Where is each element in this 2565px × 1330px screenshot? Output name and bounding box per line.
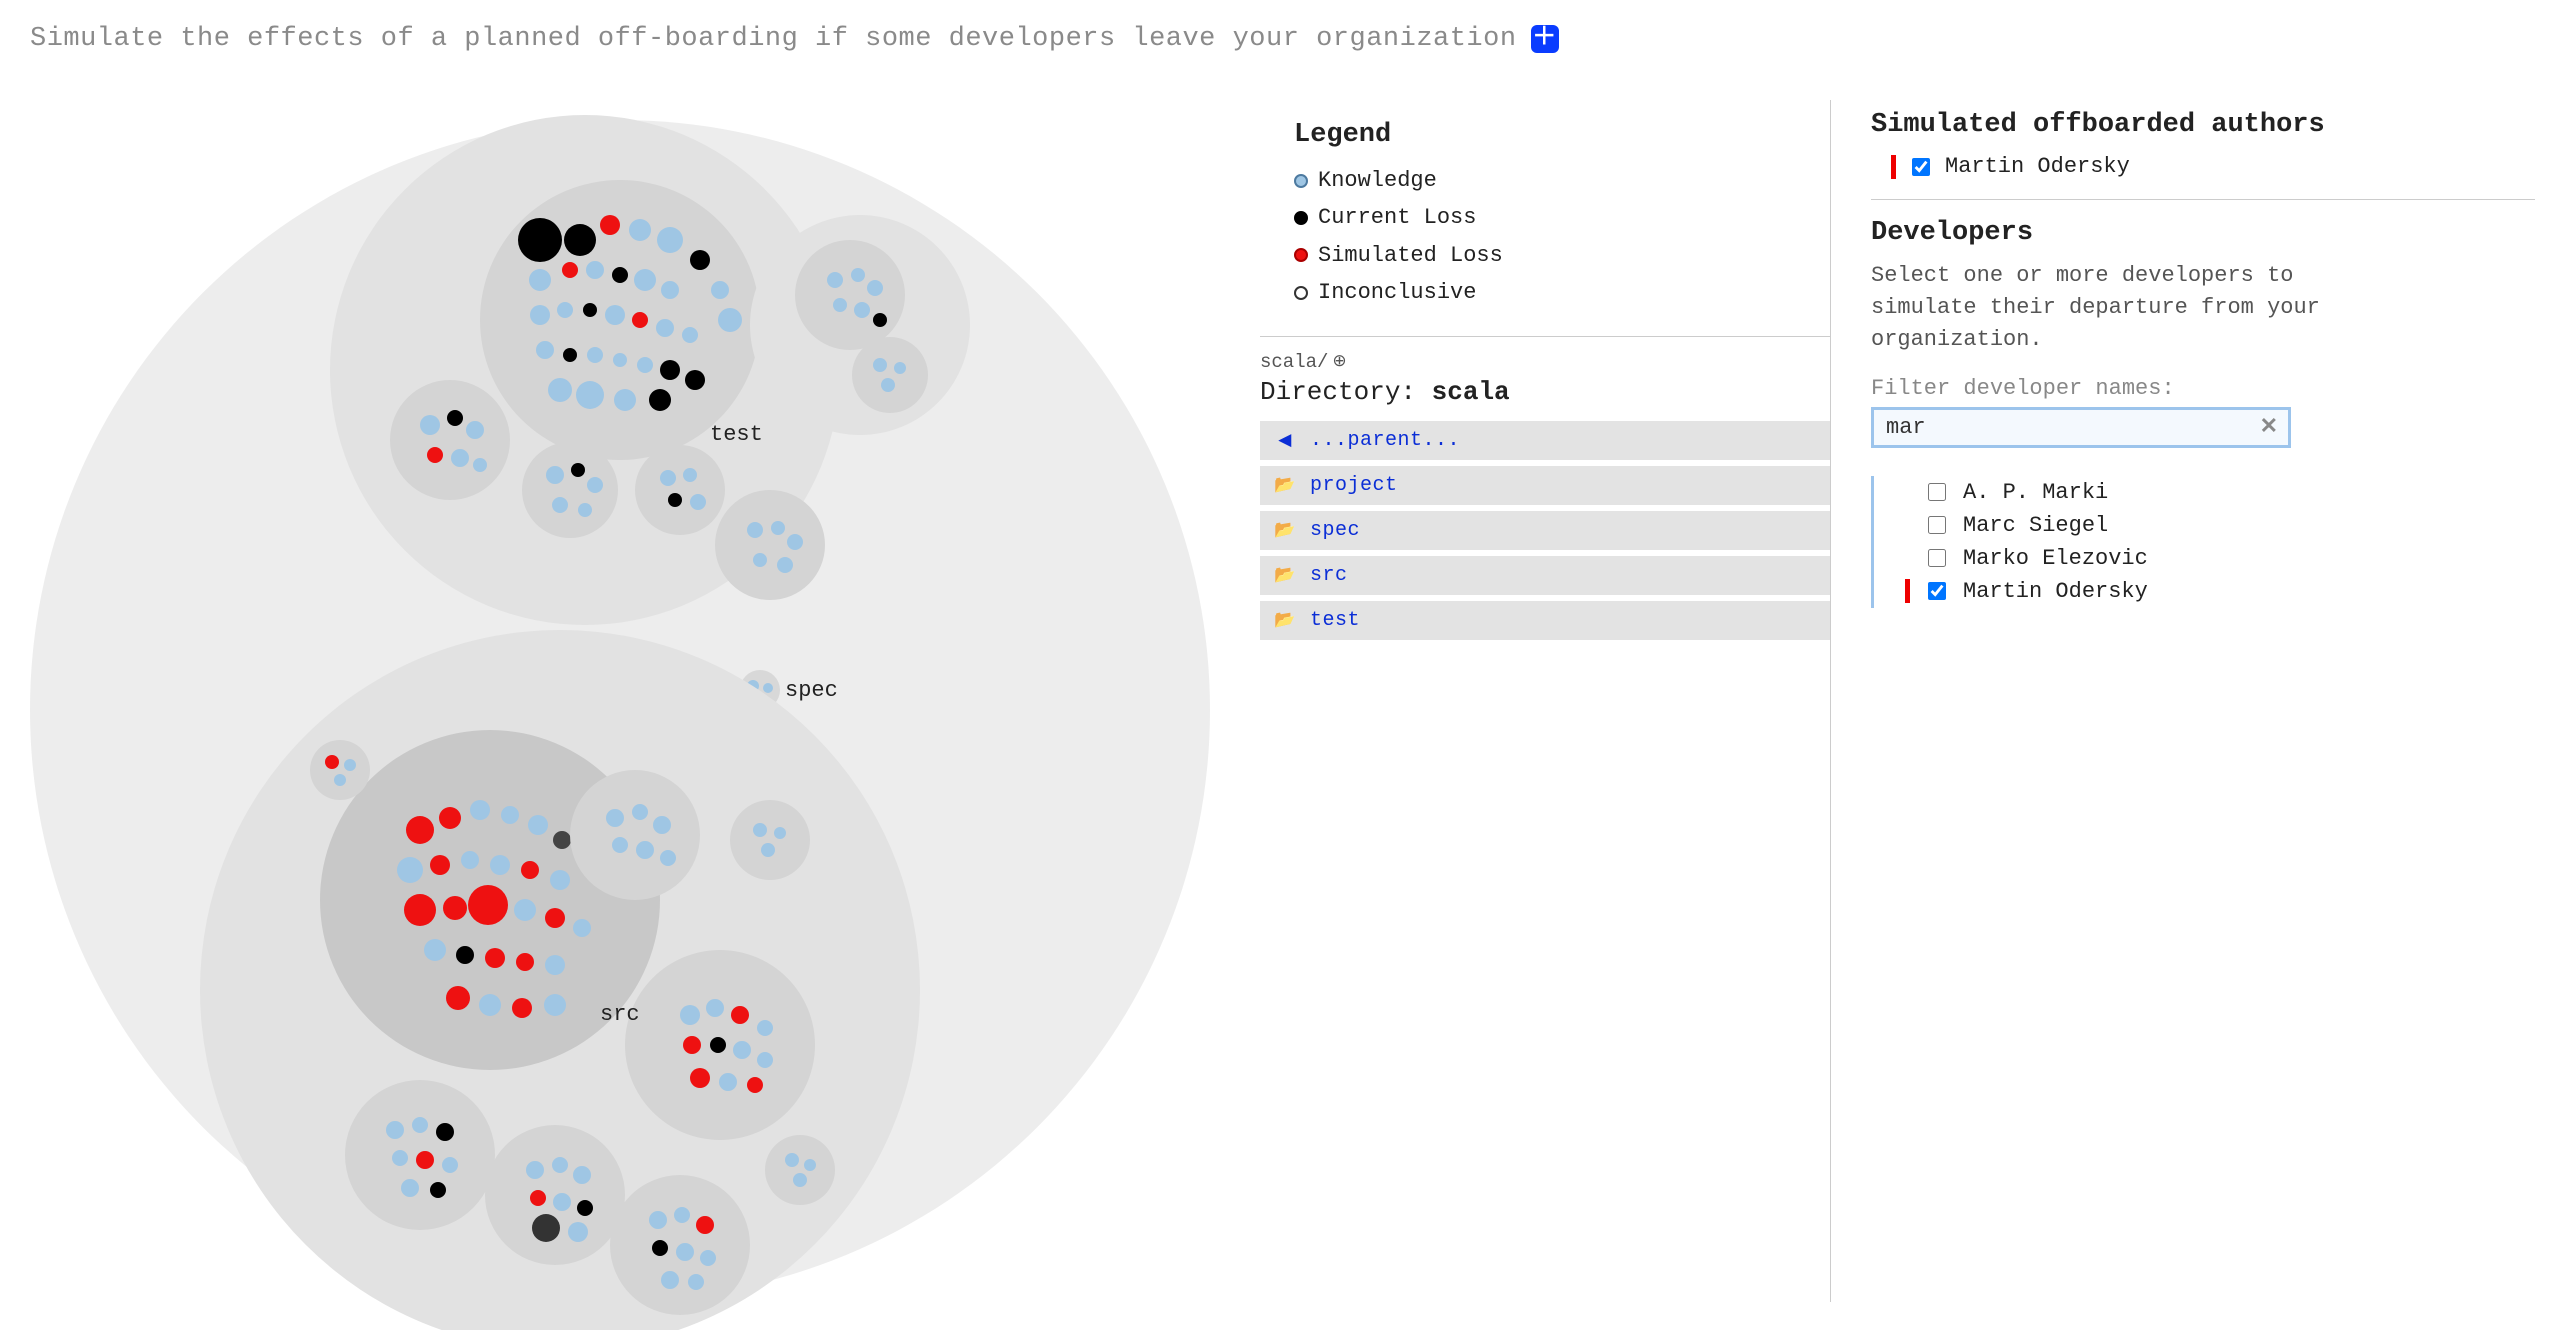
swatch-current-loss-icon [1294,211,1308,225]
swatch-simulated-loss-icon [1294,248,1308,262]
filter-input-wrapper: ✕ [1871,407,2291,448]
offboarded-checkbox[interactable] [1912,158,1930,176]
offboarded-title: Simulated offboarded authors [1871,110,2535,140]
legend-item-label: Knowledge [1318,162,1437,199]
legend-list: Knowledge Current Loss Simulated Loss In… [1294,162,1830,312]
breadcrumb-path: scala/ [1260,351,1328,373]
offboarded-marker-icon [1891,155,1896,179]
developer-row[interactable]: Marko Elezovic [1910,542,2535,575]
heading-text: Simulate the effects of a planned off-bo… [30,24,1517,54]
circle-pack-visualization[interactable]: test spec [30,100,1260,1302]
directory-entry-label: project [1310,474,1398,497]
viz-label-spec: spec [785,678,838,703]
folder-icon: 📂 [1274,475,1296,496]
offboarded-list: Martin Odersky [1871,152,2535,181]
developers-title: Developers [1871,218,2535,248]
legend-item-label: Simulated Loss [1318,237,1503,274]
directory-list: ◀ ...parent... 📂 project 📂 spec 📂 src 📂 [1260,421,1830,640]
folder-icon: 📂 [1274,610,1296,631]
developer-checkbox[interactable] [1928,483,1946,501]
filter-label: Filter developer names: [1871,376,2535,401]
developer-name: A. P. Marki [1963,480,2108,505]
legend-item-label: Inconclusive [1318,274,1476,311]
developers-desc: Select one or more developers to simulat… [1871,260,2351,356]
developer-row[interactable]: Martin Odersky [1910,575,2535,608]
directory-entry-row[interactable]: 📂 test [1260,601,1830,640]
filter-input[interactable] [1884,414,2260,441]
breadcrumb[interactable]: scala/ ⊕ [1260,351,1830,373]
developer-checkbox[interactable] [1928,549,1946,567]
folder-icon: 📂 [1274,565,1296,586]
directory-parent-row[interactable]: ◀ ...parent... [1260,421,1830,460]
directory-entry-row[interactable]: 📂 project [1260,466,1830,505]
directory-entry-label: spec [1310,519,1360,542]
viz-label-test: test [710,422,763,447]
clear-filter-icon[interactable]: ✕ [2260,414,2278,440]
up-arrow-icon[interactable]: ⊕ [1332,351,1346,372]
directory-entry-row[interactable]: 📂 spec [1260,511,1830,550]
page-heading: Simulate the effects of a planned off-bo… [30,24,2535,54]
offboarded-marker-icon [1905,579,1910,603]
developer-name: Marko Elezovic [1963,546,2148,571]
directory-entry-label: test [1310,609,1360,632]
legend-item-label: Current Loss [1318,199,1476,236]
developer-row[interactable]: Marc Siegel [1910,509,2535,542]
developer-checkbox[interactable] [1928,582,1946,600]
expand-heading-button[interactable]: ＋ [1531,25,1559,53]
swatch-knowledge-icon [1294,174,1308,188]
developer-row[interactable]: A. P. Marki [1910,476,2535,509]
directory-entry-row[interactable]: 📂 src [1260,556,1830,595]
directory-heading: Directory: scala [1260,377,1830,407]
developer-name: Martin Odersky [1963,579,2148,604]
directory-name: scala [1432,377,1510,407]
directory-entry-label: src [1310,564,1348,587]
directory-entry-label: ...parent... [1310,429,1460,452]
folder-icon: 📂 [1274,520,1296,541]
developer-checkbox[interactable] [1928,516,1946,534]
developer-name: Marc Siegel [1963,513,2108,538]
swatch-inconclusive-icon [1294,286,1308,300]
offboarded-author-name: Martin Odersky [1945,154,2130,179]
developers-list: A. P. Marki Marc Siegel Marko Elezovic M… [1871,476,2535,608]
viz-label-src: src [600,1002,640,1027]
arrow-left-icon: ◀ [1274,430,1296,451]
offboarded-author-row[interactable]: Martin Odersky [1891,152,2535,181]
legend-title: Legend [1294,120,1830,150]
